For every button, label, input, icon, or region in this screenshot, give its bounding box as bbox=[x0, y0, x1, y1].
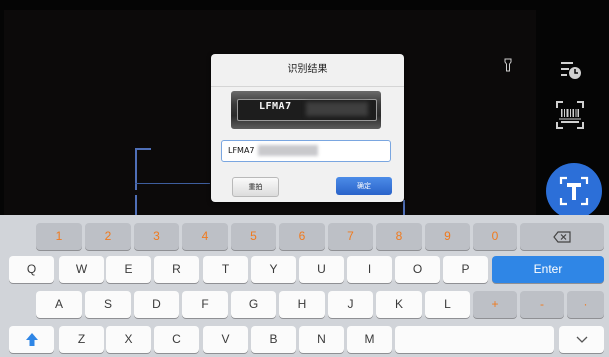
key-q[interactable]: Q bbox=[9, 256, 54, 283]
key-3[interactable]: 3 bbox=[134, 223, 179, 250]
key-b[interactable]: B bbox=[251, 326, 296, 353]
key-k[interactable]: K bbox=[376, 291, 422, 318]
key-9[interactable]: 9 bbox=[425, 223, 470, 250]
key-x[interactable]: X bbox=[106, 326, 151, 353]
key-dot[interactable]: · bbox=[567, 291, 604, 318]
key-u[interactable]: U bbox=[299, 256, 344, 283]
key-p[interactable]: P bbox=[443, 256, 488, 283]
key-minus[interactable]: - bbox=[520, 291, 564, 318]
key-f[interactable]: F bbox=[182, 291, 228, 318]
on-screen-keyboard: 1 2 3 4 5 6 7 8 9 0 Q W E R T Y U I O P … bbox=[0, 215, 609, 357]
scan-frame-corner bbox=[395, 200, 405, 215]
ocr-text-button[interactable] bbox=[546, 163, 602, 215]
key-o[interactable]: O bbox=[395, 256, 440, 283]
key-d[interactable]: D bbox=[134, 291, 179, 318]
plate-text: LFMA7 bbox=[259, 101, 292, 112]
key-7[interactable]: 7 bbox=[328, 223, 373, 250]
chevron-down-icon bbox=[576, 336, 587, 343]
key-w[interactable]: W bbox=[59, 256, 104, 283]
redacted-region bbox=[306, 102, 368, 116]
key-y[interactable]: Y bbox=[251, 256, 296, 283]
barcode-scan-icon[interactable] bbox=[555, 100, 585, 130]
key-m[interactable]: M bbox=[347, 326, 392, 353]
key-6[interactable]: 6 bbox=[279, 223, 325, 250]
key-l[interactable]: L bbox=[425, 291, 470, 318]
space-key[interactable] bbox=[395, 326, 554, 353]
key-i[interactable]: I bbox=[347, 256, 392, 283]
key-g[interactable]: G bbox=[231, 291, 276, 318]
key-z[interactable]: Z bbox=[59, 326, 104, 353]
key-2[interactable]: 2 bbox=[85, 223, 131, 250]
retake-button[interactable]: 重拍 bbox=[232, 177, 279, 197]
shift-key[interactable] bbox=[9, 326, 54, 353]
history-icon[interactable] bbox=[559, 58, 583, 82]
confirm-button[interactable]: 确定 bbox=[336, 177, 392, 195]
key-r[interactable]: R bbox=[154, 256, 199, 283]
scan-line bbox=[135, 183, 210, 184]
vin-value: LFMA7 bbox=[228, 146, 255, 155]
key-t[interactable]: T bbox=[203, 256, 248, 283]
recognition-result-dialog: 识别结果 LFMA7 LFMA7 重拍 确定 bbox=[211, 54, 404, 202]
scan-frame-corner bbox=[135, 195, 151, 215]
backspace-key[interactable] bbox=[520, 223, 604, 250]
key-n[interactable]: N bbox=[299, 326, 344, 353]
key-c[interactable]: C bbox=[154, 326, 199, 353]
key-e[interactable]: E bbox=[106, 256, 151, 283]
redacted-region bbox=[258, 145, 318, 156]
key-8[interactable]: 8 bbox=[376, 223, 422, 250]
key-a[interactable]: A bbox=[36, 291, 82, 318]
key-s[interactable]: S bbox=[85, 291, 131, 318]
text-recognition-icon bbox=[559, 176, 589, 206]
key-h[interactable]: H bbox=[279, 291, 325, 318]
backspace-icon bbox=[553, 231, 571, 243]
key-1[interactable]: 1 bbox=[36, 223, 82, 250]
vin-plate-image: LFMA7 bbox=[231, 91, 381, 129]
key-5[interactable]: 5 bbox=[231, 223, 276, 250]
key-plus[interactable]: + bbox=[473, 291, 517, 318]
key-0[interactable]: 0 bbox=[473, 223, 517, 250]
key-v[interactable]: V bbox=[203, 326, 248, 353]
enter-key[interactable]: Enter bbox=[492, 256, 604, 283]
dialog-title: 识别结果 bbox=[211, 54, 404, 87]
shift-icon bbox=[25, 333, 38, 347]
key-4[interactable]: 4 bbox=[182, 223, 228, 250]
key-j[interactable]: J bbox=[328, 291, 373, 318]
hide-keyboard-key[interactable] bbox=[559, 326, 604, 353]
torch-icon[interactable] bbox=[504, 58, 512, 72]
